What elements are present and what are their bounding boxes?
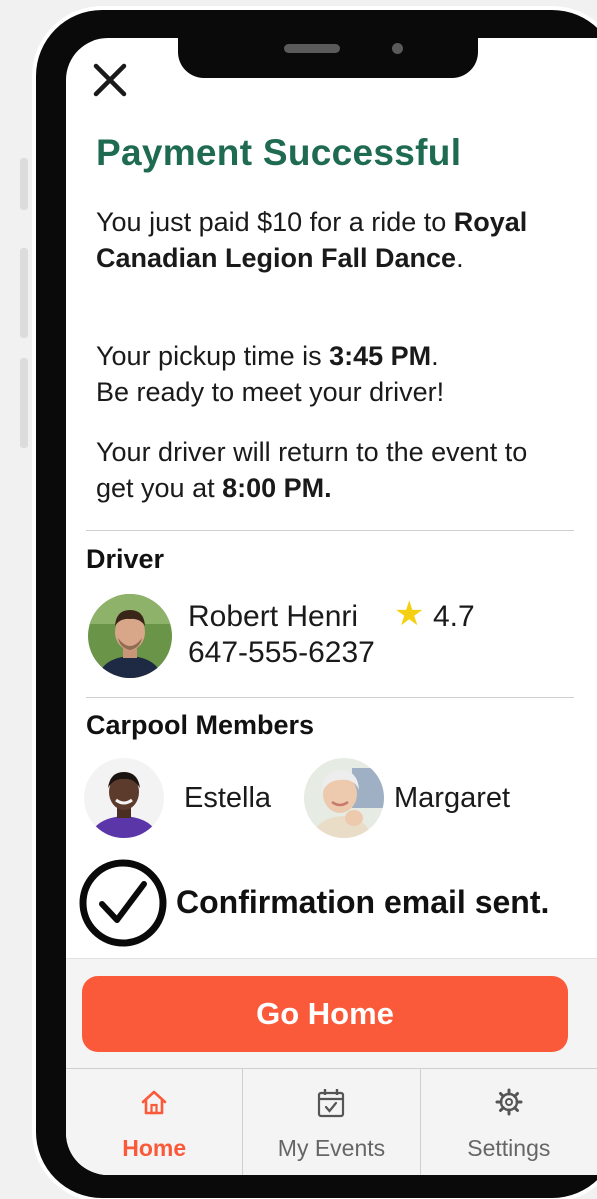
driver-rating: 4.7	[433, 600, 475, 633]
member-name-margaret: Margaret	[394, 782, 511, 814]
carpool-heading: Carpool Members	[86, 710, 315, 740]
go-home-button[interactable]: Go Home	[82, 976, 568, 1052]
front-camera	[392, 43, 403, 54]
tab-label-settings: Settings	[467, 1135, 551, 1161]
bottom-tab-bar: Home My Events Settings	[66, 1068, 597, 1175]
payment-summary: You just paid $10 for a ride to Royal Ca…	[96, 207, 528, 273]
tab-home[interactable]: Home	[66, 1069, 244, 1175]
star-icon: ★	[394, 595, 425, 633]
confirmation-message: Confirmation email sent.	[176, 884, 550, 920]
side-button-mute	[20, 158, 28, 210]
driver-heading: Driver	[86, 544, 165, 574]
member-avatar-margaret	[304, 758, 384, 838]
driver-name: Robert Henri	[188, 600, 359, 633]
driver-avatar	[88, 594, 172, 678]
phone-screen: Payment Successful You just paid $10 for…	[66, 38, 597, 1175]
member-avatar-estella	[84, 758, 164, 838]
side-button-volume-up	[20, 248, 28, 338]
page-title: Payment Successful	[96, 132, 462, 173]
phone-notch	[178, 30, 478, 78]
driver-phone[interactable]: 647-555-6237	[188, 636, 375, 670]
side-button-volume-down	[20, 358, 28, 448]
close-icon[interactable]	[90, 60, 130, 100]
check-circle-icon	[79, 859, 167, 947]
return-info: Your driver will return to the event to …	[96, 437, 528, 503]
tab-settings[interactable]: Settings	[421, 1069, 597, 1175]
divider	[86, 697, 574, 698]
return-time: 8:00 PM.	[222, 473, 332, 503]
divider	[86, 530, 574, 531]
pickup-time: 3:45 PM	[329, 341, 432, 371]
tab-label-home: Home	[122, 1135, 187, 1161]
tab-label-my-events: My Events	[277, 1135, 386, 1161]
calendar-check-icon	[318, 1089, 345, 1118]
member-name-estella: Estella	[184, 782, 272, 814]
pickup-info: Your pickup time is 3:45 PM. Be ready to…	[96, 341, 445, 407]
gear-icon	[495, 1088, 523, 1116]
speaker-grille	[284, 44, 340, 53]
tab-my-events[interactable]: My Events	[243, 1069, 421, 1175]
home-icon	[141, 1090, 167, 1115]
